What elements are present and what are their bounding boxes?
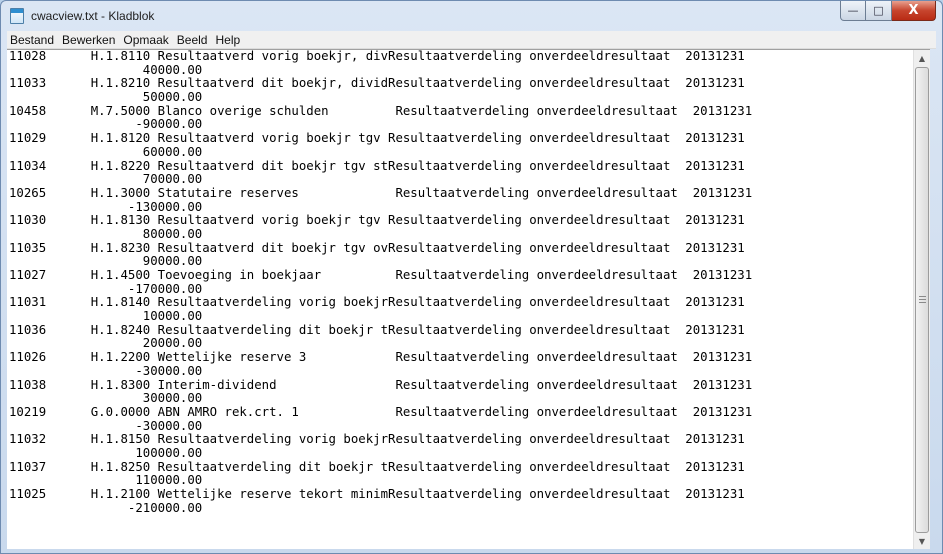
text-line: 10265 H.1.3000 Statutaire reserves Resul…: [9, 185, 753, 200]
text-line: 11027 H.1.4500 Toevoeging in boekjaar Re…: [9, 268, 753, 282]
text-line: 11036 H.1.8240 Resultaatverdeling dit bo…: [9, 322, 745, 337]
text-line: 40000.00: [9, 62, 203, 77]
text-line: 110000.00: [9, 473, 203, 488]
text-editor[interactable]: 11028 H.1.8110 Resultaatverd vorig boekj…: [9, 50, 912, 549]
scroll-down-button[interactable]: ▼: [914, 533, 930, 549]
text-line: 50000.00: [9, 90, 203, 105]
text-line: -30000.00: [9, 418, 203, 433]
text-line: 11028 H.1.8110 Resultaatverd vorig boekj…: [9, 50, 745, 63]
text-line: -30000.00: [9, 363, 203, 378]
menu-opmaak[interactable]: Opmaak: [119, 31, 172, 49]
text-line: 11025 H.1.2100 Wettelijke reserve tekort…: [9, 487, 745, 501]
maximize-button[interactable]: □: [866, 1, 892, 21]
title-bar[interactable]: cwacview.txt - Kladblok — □ X: [1, 1, 942, 31]
text-line: -130000.00: [9, 199, 203, 214]
text-line: 11029 H.1.8120 Resultaatverd vorig boekj…: [9, 131, 745, 146]
notepad-window: cwacview.txt - Kladblok — □ X Bestand Be…: [0, 0, 943, 554]
text-line: -210000.00: [9, 500, 203, 515]
text-line: 100000.00: [9, 445, 203, 460]
text-line: -90000.00: [9, 117, 203, 132]
menu-bestand[interactable]: Bestand: [7, 31, 58, 49]
minimize-icon: —: [847, 4, 859, 17]
text-line: 11035 H.1.8230 Resultaatverd dit boekjr …: [9, 240, 745, 255]
arrow-up-icon: ▲: [918, 54, 926, 63]
text-line: 11026 H.1.2200 Wettelijke reserve 3 Resu…: [9, 350, 753, 365]
vertical-scrollbar[interactable]: ▲ ▼: [913, 50, 930, 549]
menu-help[interactable]: Help: [211, 31, 244, 49]
menu-bar: Bestand Bewerken Opmaak Beeld Help: [7, 31, 936, 49]
window-controls: — □ X: [840, 1, 936, 21]
notepad-icon[interactable]: [10, 8, 24, 24]
arrow-down-icon: ▼: [918, 537, 926, 546]
scrollbar-thumb[interactable]: [915, 67, 929, 533]
text-line: 11030 H.1.8130 Resultaatverd vorig boekj…: [9, 213, 745, 228]
text-line: -170000.00: [9, 281, 203, 296]
text-line: 11038 H.1.8300 Interim-dividend Resultaa…: [9, 377, 753, 392]
text-line: 11037 H.1.8250 Resultaatverdeling dit bo…: [9, 459, 745, 474]
close-icon: X: [908, 3, 919, 18]
text-line: 10458 M.7.5000 Blanco overige schulden R…: [9, 103, 753, 118]
text-line: 20000.00: [9, 336, 203, 351]
grip-icon: [919, 296, 926, 303]
text-line: 10219 G.0.0000 ABN AMRO rek.crt. 1 Resul…: [9, 404, 753, 419]
close-button[interactable]: X: [892, 1, 936, 21]
text-line: 11034 H.1.8220 Resultaatverd dit boekjr …: [9, 158, 745, 173]
text-line: 10000.00: [9, 309, 203, 324]
text-line: 70000.00: [9, 172, 203, 187]
text-line: 80000.00: [9, 226, 203, 241]
text-line: 11032 H.1.8150 Resultaatverdeling vorig …: [9, 432, 745, 447]
scroll-up-button[interactable]: ▲: [914, 50, 930, 67]
menu-beeld[interactable]: Beeld: [173, 31, 212, 49]
text-line: 30000.00: [9, 391, 203, 406]
text-line: 90000.00: [9, 254, 203, 269]
editor-pane: 11028 H.1.8110 Resultaatverd vorig boekj…: [7, 49, 930, 549]
minimize-button[interactable]: —: [840, 1, 866, 21]
maximize-icon: □: [873, 4, 884, 17]
text-line: 60000.00: [9, 144, 203, 159]
text-line: 11031 H.1.8140 Resultaatverdeling vorig …: [9, 295, 745, 310]
menu-bewerken[interactable]: Bewerken: [58, 31, 119, 49]
text-line: 11033 H.1.8210 Resultaatverd dit boekjr,…: [9, 76, 745, 91]
window-title: cwacview.txt - Kladblok: [31, 9, 155, 23]
